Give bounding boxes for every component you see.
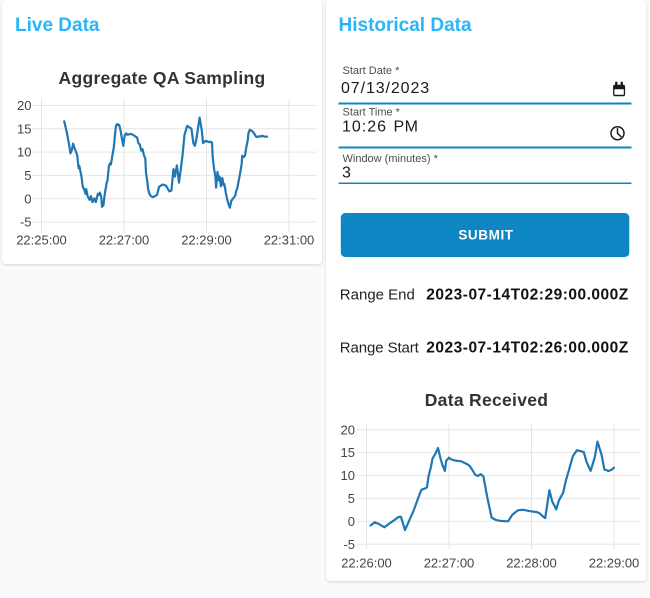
svg-text:2023-07-14T02:26:00.000Z: 2023-07-14T02:26:00.000Z xyxy=(426,340,628,357)
svg-text:0: 0 xyxy=(24,191,31,206)
svg-text:22:28:00: 22:28:00 xyxy=(506,556,557,571)
svg-text:10: 10 xyxy=(341,468,355,483)
svg-text:Range End: Range End xyxy=(340,287,415,304)
svg-text:5: 5 xyxy=(348,491,355,506)
svg-text:22:29:00: 22:29:00 xyxy=(589,556,640,571)
svg-text:22:25:00: 22:25:00 xyxy=(16,233,67,248)
svg-text:Window (minutes) *: Window (minutes) * xyxy=(343,153,439,165)
svg-text:-5: -5 xyxy=(20,215,32,230)
svg-text:Historical Data: Historical Data xyxy=(339,15,472,36)
svg-text:07/13/2023: 07/13/2023 xyxy=(341,80,430,97)
svg-text:22:29:00: 22:29:00 xyxy=(181,233,232,248)
svg-text:0: 0 xyxy=(348,514,355,529)
svg-text:22:27:00: 22:27:00 xyxy=(424,556,475,571)
svg-text:22:26:00: 22:26:00 xyxy=(341,556,392,571)
svg-text:PM: PM xyxy=(394,119,419,136)
svg-text:SUBMIT: SUBMIT xyxy=(458,228,513,243)
svg-text:Range Start: Range Start xyxy=(340,340,420,357)
svg-text:15: 15 xyxy=(17,121,31,136)
svg-text:10:26: 10:26 xyxy=(342,119,387,136)
svg-text:22:31:00: 22:31:00 xyxy=(264,233,315,248)
svg-text:15: 15 xyxy=(341,445,355,460)
svg-text:Data Received: Data Received xyxy=(425,390,549,410)
svg-text:Start Date *: Start Date * xyxy=(343,65,401,77)
svg-text:20: 20 xyxy=(341,422,355,437)
svg-text:20: 20 xyxy=(17,98,31,113)
svg-text:Start Time *: Start Time * xyxy=(343,107,401,119)
svg-text:3: 3 xyxy=(342,165,351,182)
svg-text:2023-07-14T02:29:00.000Z: 2023-07-14T02:29:00.000Z xyxy=(426,287,628,304)
svg-text:-5: -5 xyxy=(343,537,355,552)
svg-text:Live Data: Live Data xyxy=(15,15,100,36)
svg-text:10: 10 xyxy=(17,145,31,160)
svg-text:5: 5 xyxy=(24,168,31,183)
svg-text:22:27:00: 22:27:00 xyxy=(99,233,150,248)
svg-text:Aggregate QA Sampling: Aggregate QA Sampling xyxy=(59,68,266,88)
